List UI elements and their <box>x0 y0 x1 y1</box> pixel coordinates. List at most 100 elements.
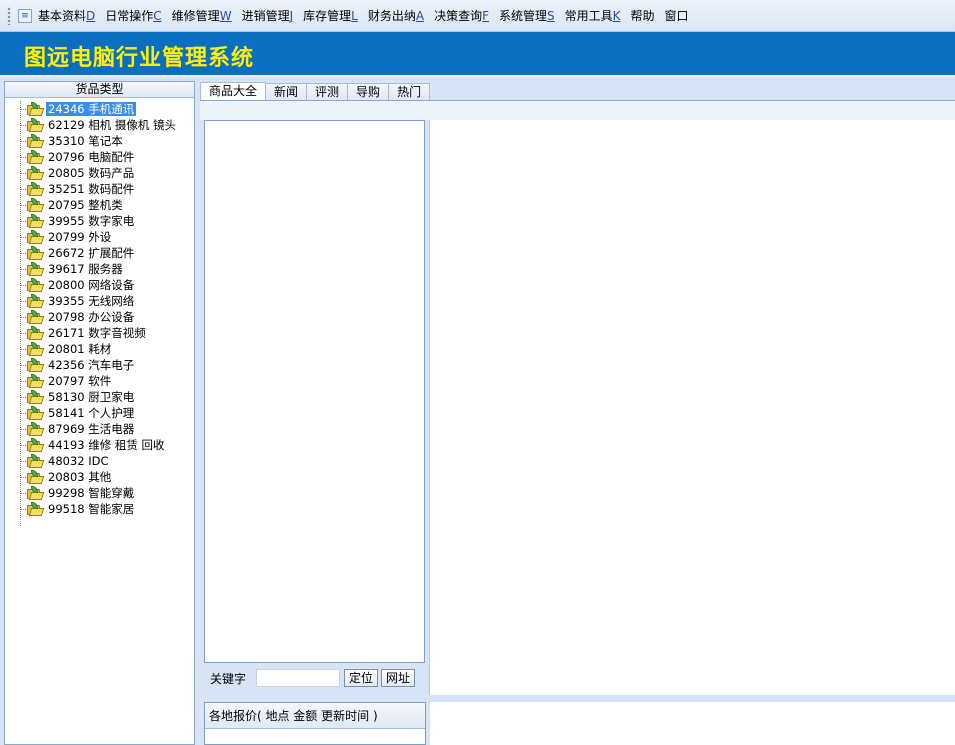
tab-1[interactable]: 新闻 <box>265 83 308 100</box>
app-title: 图远电脑行业管理系统 <box>24 45 255 71</box>
product-list[interactable] <box>204 120 425 663</box>
window-menu-icon[interactable]: ≡ <box>18 8 32 23</box>
tree-item[interactable]: 20795 整机类 <box>5 197 194 213</box>
tree-item[interactable]: 35251 数码配件 <box>5 181 194 197</box>
tree-item-label: 58130 厨卫家电 <box>48 390 135 404</box>
folder-icon <box>27 277 45 292</box>
folder-icon <box>27 501 45 516</box>
tree-item[interactable]: 39617 服务器 <box>5 261 194 277</box>
tree-item-label: 20797 软件 <box>48 374 112 388</box>
menu-item-label: 决策查询 <box>434 9 483 23</box>
menu-item-4[interactable]: 库存管理L <box>303 7 358 24</box>
menu-item-5[interactable]: 财务出纳A <box>368 7 424 24</box>
menu-item-label: 维修管理 <box>171 9 220 23</box>
tree-item[interactable]: 58130 厨卫家电 <box>5 389 194 405</box>
tree-item[interactable]: 58141 个人护理 <box>5 405 194 421</box>
tree-item[interactable]: 20803 其他 <box>5 469 194 485</box>
tree-item[interactable]: 39955 数字家电 <box>5 213 194 229</box>
tree-item[interactable]: 99298 智能穿戴 <box>5 485 194 501</box>
regional-price-header: 各地报价( 地点 金额 更新时间 ) <box>205 703 425 729</box>
tree-item-label: 44193 维修 租赁 回收 <box>48 438 165 452</box>
left-splitter[interactable] <box>195 81 200 745</box>
tree-item-label: 20795 整机类 <box>48 198 123 212</box>
folder-icon <box>27 437 45 452</box>
tree-item-label: 87969 生活电器 <box>48 422 135 436</box>
tree-item[interactable]: 62129 相机 摄像机 镜头 <box>5 117 194 133</box>
menu-item-accelerator: K <box>612 9 621 23</box>
tree-item[interactable]: 24346 手机通讯 <box>5 101 194 117</box>
tab-4[interactable]: 热门 <box>388 83 431 100</box>
menu-item-2[interactable]: 维修管理W <box>172 7 232 24</box>
tree-item-label: 26171 数字音视频 <box>48 326 146 340</box>
folder-icon <box>27 453 45 468</box>
menu-item-10[interactable]: 窗口 <box>665 7 689 24</box>
tree-item-label: 39355 无线网络 <box>48 294 135 308</box>
menu-item-3[interactable]: 进销管理J <box>242 7 294 24</box>
folder-icon <box>27 197 45 212</box>
tree-item[interactable]: 20797 软件 <box>5 373 194 389</box>
toolbar-grip-icon[interactable] <box>6 6 12 25</box>
product-detail-view[interactable] <box>429 120 955 695</box>
folder-icon <box>27 165 45 180</box>
folder-icon <box>27 229 45 244</box>
tree-item[interactable]: 20801 耗材 <box>5 341 194 357</box>
price-detail-view[interactable] <box>430 702 955 745</box>
menu-item-label: 库存管理 <box>303 9 352 23</box>
tree-item[interactable]: 20798 办公设备 <box>5 309 194 325</box>
folder-icon <box>27 485 45 500</box>
menu-item-label: 常用工具 <box>564 9 613 23</box>
tree-item[interactable]: 26672 扩展配件 <box>5 245 194 261</box>
menu-item-label: 财务出纳 <box>367 9 416 23</box>
menu-item-label: 窗口 <box>664 9 689 23</box>
folder-icon <box>27 133 45 148</box>
tree-item[interactable]: 44193 维修 租赁 回收 <box>5 437 194 453</box>
menu-item-6[interactable]: 决策查询F <box>434 7 489 24</box>
tree-item-label: 24346 手机通讯 <box>46 102 137 116</box>
locate-button[interactable]: 定位 <box>344 669 379 687</box>
menu-item-1[interactable]: 日常操作C <box>105 7 161 24</box>
tree-item[interactable]: 20796 电脑配件 <box>5 149 194 165</box>
tree-item[interactable]: 87969 生活电器 <box>5 421 194 437</box>
tree-item-label: 20799 外设 <box>48 230 112 244</box>
menu-item-accelerator: S <box>547 9 555 23</box>
folder-icon <box>27 101 45 116</box>
tree-item[interactable]: 35310 笔记本 <box>5 133 194 149</box>
tab-0[interactable]: 商品大全 <box>200 82 267 100</box>
menu-item-7[interactable]: 系统管理S <box>499 7 555 24</box>
regional-price-panel: 各地报价( 地点 金额 更新时间 ) <box>204 702 426 745</box>
tree-item[interactable]: 99518 智能家居 <box>5 501 194 517</box>
tree-item-label: 20800 网络设备 <box>48 278 135 292</box>
tree-item[interactable]: 20805 数码产品 <box>5 165 194 181</box>
tree-item[interactable]: 42356 汽车电子 <box>5 357 194 373</box>
category-tree: 24346 手机通讯 62129 相机 摄像机 镜头 35310 笔记本 20796 … <box>5 98 194 526</box>
keyword-label: 关键字 <box>210 671 247 686</box>
tree-item[interactable]: 39355 无线网络 <box>5 293 194 309</box>
tree-item[interactable]: 20799 外设 <box>5 229 194 245</box>
tree-item[interactable]: 26171 数字音视频 <box>5 325 194 341</box>
folder-icon <box>27 421 45 436</box>
tree-item-label: 39617 服务器 <box>48 262 123 276</box>
url-button[interactable]: 网址 <box>381 669 416 687</box>
bottom-splitter[interactable] <box>200 695 955 702</box>
folder-icon <box>27 309 45 324</box>
tree-item-label: 20805 数码产品 <box>48 166 135 180</box>
menu-item-label: 进销管理 <box>241 9 290 23</box>
folder-icon <box>27 357 45 372</box>
folder-icon <box>27 293 45 308</box>
tab-2[interactable]: 评测 <box>306 83 349 100</box>
menu-items: 基本资料D 日常操作C 维修管理W 进销管理J 库存管理L 财务出纳A 决策查询F 系统管理S… <box>38 7 699 24</box>
tree-item[interactable]: 20800 网络设备 <box>5 277 194 293</box>
tab-3[interactable]: 导购 <box>347 83 390 100</box>
tree-item[interactable]: 48032 IDC <box>5 453 194 469</box>
menu-item-8[interactable]: 常用工具K <box>565 7 621 24</box>
folder-icon <box>27 325 45 340</box>
keyword-input[interactable] <box>256 669 341 687</box>
menu-item-0[interactable]: 基本资料D <box>38 7 95 24</box>
tree-item-label: 35310 笔记本 <box>48 134 123 148</box>
menu-item-9[interactable]: 帮助 <box>631 7 655 24</box>
menu-item-label: 帮助 <box>630 9 655 23</box>
folder-icon <box>27 245 45 260</box>
folder-icon <box>27 405 45 420</box>
folder-icon <box>27 261 45 276</box>
content-tabs: 商品大全 新闻 评测 导购 热门 <box>200 82 955 101</box>
